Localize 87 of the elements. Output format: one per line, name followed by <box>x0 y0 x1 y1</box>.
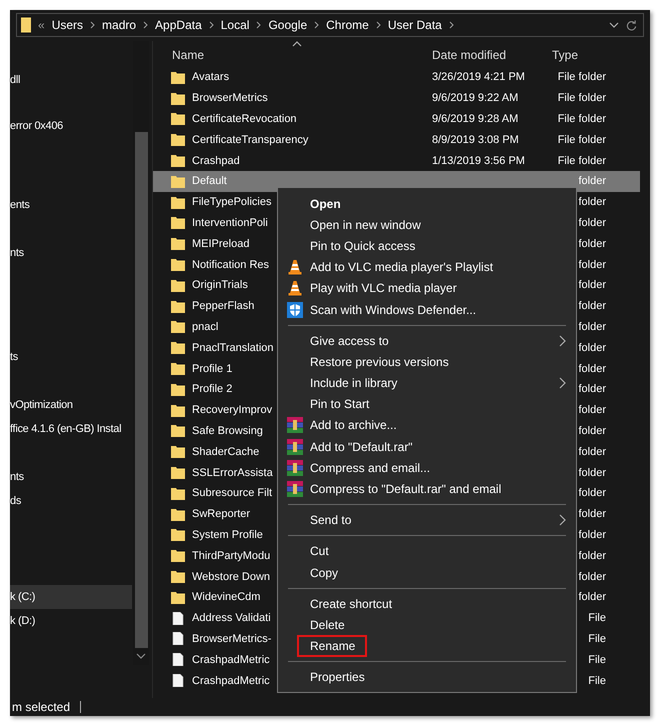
file-type: folder <box>578 362 606 375</box>
file-name: InterventionPoli <box>192 216 268 229</box>
menu-label: Add to "Default.rar" <box>310 440 413 454</box>
file-name: Crashpad <box>192 154 240 167</box>
file-type: File folder <box>558 112 606 125</box>
file-type: folder <box>578 320 606 333</box>
file-name: Avatars <box>192 71 230 84</box>
menu-label: Add to archive... <box>310 418 397 432</box>
file-name: Profile 2 <box>192 383 232 396</box>
file-type: folder <box>578 591 606 604</box>
file-name: BrowserMetrics <box>192 92 268 104</box>
file-type: folder <box>578 424 606 437</box>
file-name: Notification Res <box>192 258 270 271</box>
menu-label: Pin to Start <box>310 397 370 412</box>
file-name: SwReporter <box>192 508 250 520</box>
menu-label: Delete <box>310 618 345 632</box>
file-type: folder <box>578 300 606 312</box>
file-name: ShaderCache <box>192 446 260 458</box>
file-name: Subresource Filt <box>192 487 272 500</box>
file-name: PnaclTranslation <box>192 342 274 354</box>
file-name: System Profile <box>192 528 263 541</box>
file-type: folder <box>578 175 606 188</box>
file-type: File folder <box>558 71 606 84</box>
file-name: Default <box>192 175 227 188</box>
date-modified: 1/13/2019 3:56 PM <box>432 154 525 167</box>
file-type: File folder <box>558 154 606 167</box>
file-name: Safe Browsing <box>192 424 263 437</box>
file-type: File <box>588 654 606 666</box>
file-name: PepperFlash <box>192 300 254 312</box>
file-type: File <box>588 632 606 645</box>
highlighted-menu-label: Rename <box>299 637 366 656</box>
file-name: pnacl <box>192 320 218 333</box>
file-name: OriginTrials <box>192 279 248 292</box>
file-type: File <box>588 674 606 686</box>
date-modified: 3/26/2019 4:21 PM <box>432 71 525 84</box>
file-type: folder <box>578 196 606 208</box>
menu-label: Properties <box>310 670 365 684</box>
menu-label: Compress and email... <box>310 460 430 475</box>
file-name: ThirdPartyModu <box>192 550 270 562</box>
menu-label: Open <box>310 196 341 211</box>
file-name: Webstore Down <box>192 570 270 583</box>
file-name: SSLErrorAssista <box>192 466 273 479</box>
file-name: CrashpadMetric <box>192 674 270 686</box>
file-name: MEIPreload <box>192 238 250 250</box>
file-name: CrashpadMetric <box>192 654 270 666</box>
menu-label: Open in new window <box>310 218 421 232</box>
menu-label: Cut <box>310 544 329 558</box>
menu-label: Create shortcut <box>310 596 392 611</box>
menu-label: Scan with Windows Defender... <box>310 302 476 317</box>
file-type: folder <box>578 528 606 541</box>
file-type: folder <box>578 404 606 416</box>
file-name: RecoveryImprov <box>192 404 272 416</box>
file-type: folder <box>578 342 606 354</box>
date-modified: 9/6/2019 9:28 AM <box>432 112 518 125</box>
file-type: folder <box>578 487 606 500</box>
menu-label: Play with VLC media player <box>310 281 457 296</box>
file-type: folder <box>578 446 606 458</box>
status-text: m selected <box>12 700 70 714</box>
file-name: Address Validati <box>192 612 271 624</box>
file-type: folder <box>578 550 606 562</box>
file-name: CertificateTransparency <box>192 134 308 146</box>
menu-label: Give access to <box>310 334 389 348</box>
file-type: File <box>588 612 606 624</box>
menu-label: Include in library <box>310 376 398 390</box>
file-type: folder <box>578 508 606 520</box>
file-type: folder <box>578 216 606 229</box>
date-modified: 9/6/2019 9:22 AM <box>432 92 518 104</box>
file-type: folder <box>578 570 606 583</box>
menu-label: Send to <box>310 513 352 528</box>
menu-label: Compress to "Default.rar" and email <box>310 482 502 496</box>
menu-label: Pin to Quick access <box>310 238 416 253</box>
file-type: folder <box>578 238 606 250</box>
file-type: folder <box>578 279 606 292</box>
file-name: BrowserMetrics- <box>192 632 272 645</box>
file-name: FileTypePolicies <box>192 196 272 208</box>
file-type: File folder <box>558 134 606 146</box>
file-name: CertificateRevocation <box>192 112 297 125</box>
file-type: folder <box>578 383 606 396</box>
menu-label: Add to VLC media player's Playlist <box>310 260 494 274</box>
menu-label: Restore previous versions <box>310 354 449 369</box>
menu-label: Copy <box>310 566 338 580</box>
file-name: Profile 1 <box>192 362 232 375</box>
file-type: File folder <box>558 92 606 104</box>
file-name: WidevineCdm <box>192 591 260 604</box>
file-type: folder <box>578 466 606 479</box>
date-modified: 8/9/2019 3:08 PM <box>432 134 519 146</box>
file-type: folder <box>578 258 606 271</box>
